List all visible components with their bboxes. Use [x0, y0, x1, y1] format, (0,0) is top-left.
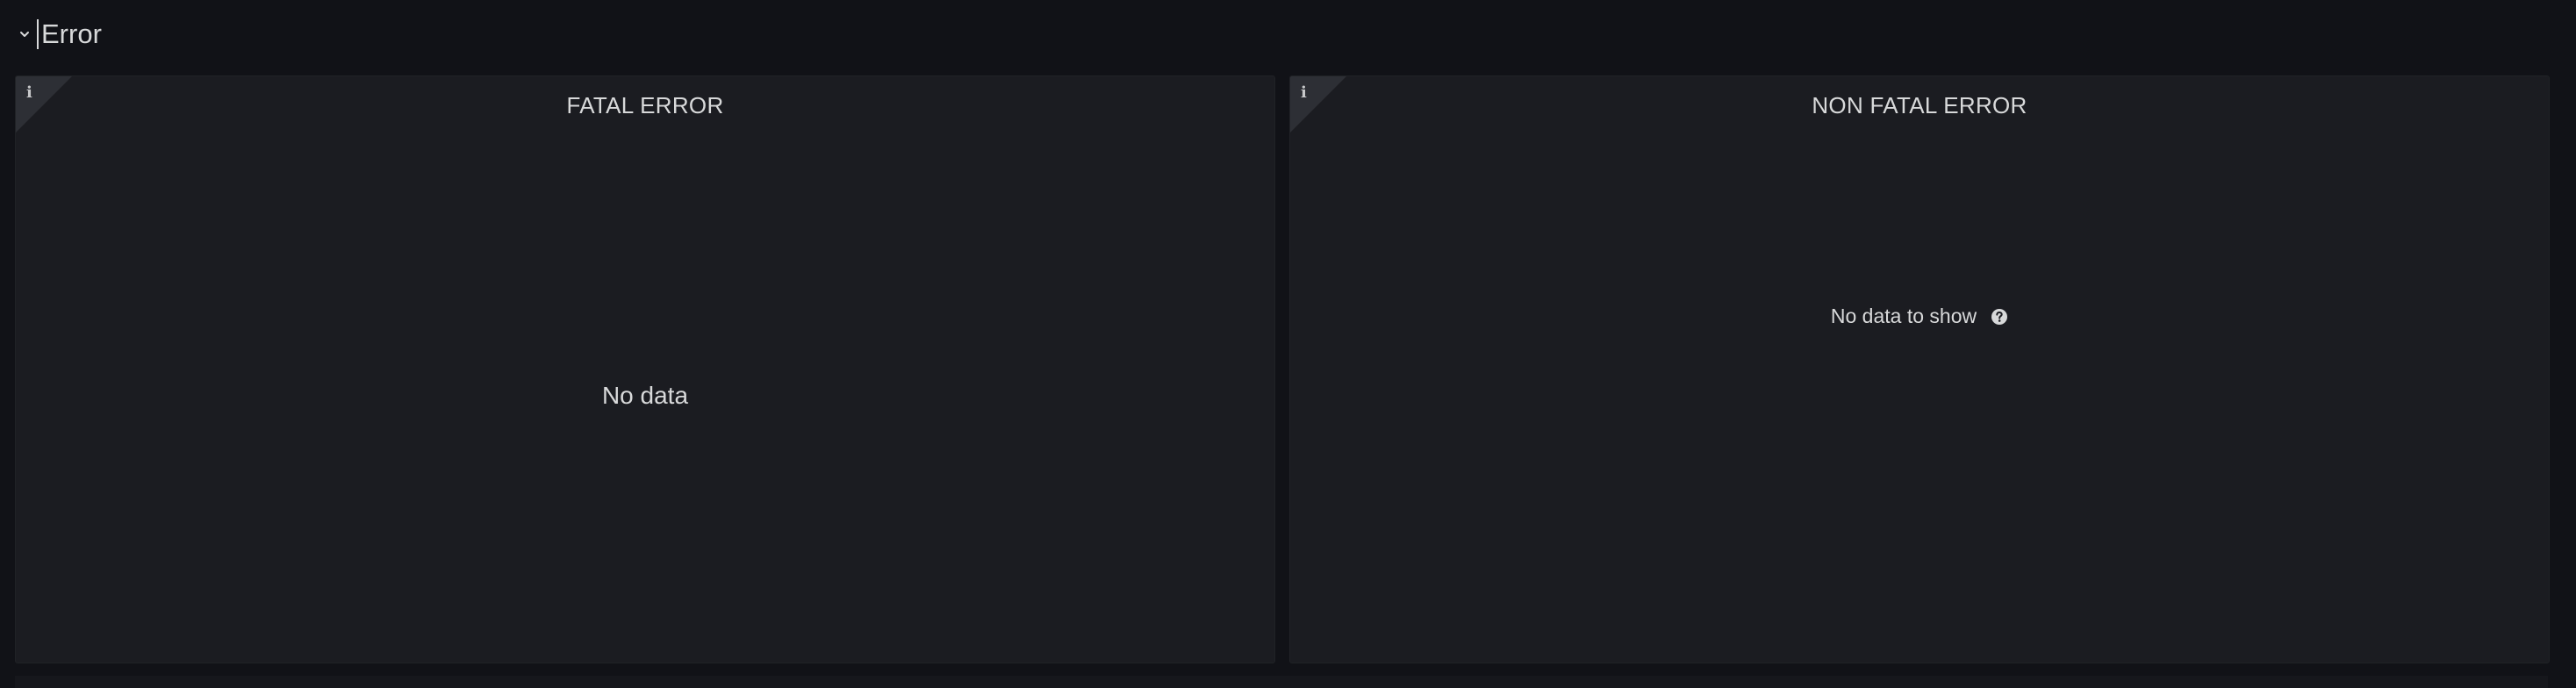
panel-non-fatal-error: i NON FATAL ERROR No data to show — [1289, 75, 2550, 663]
next-row-edge — [15, 676, 2548, 688]
panel-fatal-error: i FATAL ERROR No data — [15, 75, 1275, 663]
no-data-message-row: No data to show — [1290, 305, 2549, 328]
row-header-error[interactable]: Error — [18, 12, 102, 56]
row-title: Error — [37, 19, 102, 49]
question-circle-icon[interactable] — [1991, 308, 2008, 326]
no-data-message: No data — [601, 382, 689, 409]
panel-title[interactable]: NON FATAL ERROR — [1290, 92, 2549, 119]
panel-title[interactable]: FATAL ERROR — [16, 92, 1274, 119]
no-data-message: No data to show — [1830, 305, 1977, 327]
chevron-down-icon[interactable] — [18, 27, 32, 41]
